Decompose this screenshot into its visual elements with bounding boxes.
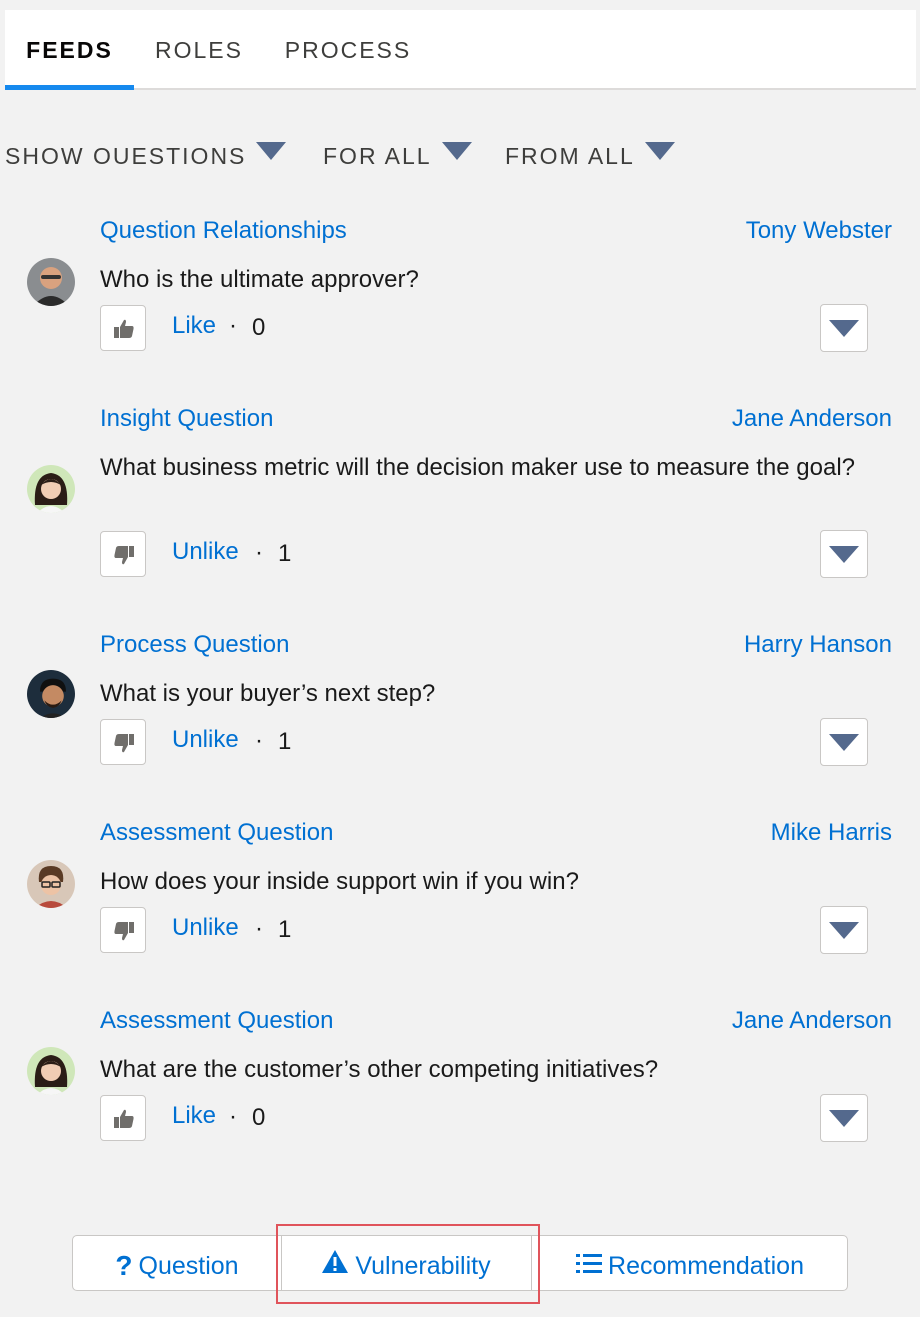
feed-item: Assessment Question Mike Harris How does… [0,817,920,967]
like-count: 0 [252,314,266,341]
caret-down-icon [829,320,859,337]
feed-item: Process Question Harry Hanson What is yo… [0,629,920,779]
question-text: Who is the ultimate approver? [100,266,419,293]
filter-label: FOR ALL [323,143,432,169]
tab-roles[interactable]: ROLES [153,10,245,90]
caret-down-icon [829,546,859,563]
separator-dot: · [255,727,263,754]
tab-bar: FEEDS ROLES PROCESS [5,10,916,90]
vulnerability-button-label: Vulnerability [355,1252,491,1280]
item-menu-button[interactable] [820,1094,868,1142]
item-menu-button[interactable] [820,304,868,352]
question-author-link[interactable]: Harry Hanson [744,629,892,661]
like-button[interactable] [100,305,146,351]
filter-label: FROM ALL [505,143,635,169]
recommendation-button[interactable]: Recommendation [532,1236,848,1290]
avatar [27,1047,75,1095]
question-type-link[interactable]: Assessment Question [100,1005,333,1037]
filter-from-all[interactable]: FROM ALL [505,136,675,176]
separator-dot: · [255,915,263,942]
unlike-button[interactable] [100,719,146,765]
caret-down-icon [441,142,472,160]
unlike-link[interactable]: Unlike [172,529,239,575]
item-menu-button[interactable] [820,718,868,766]
like-count: 1 [278,728,292,755]
feed-item: Question Relationships Tony Webster Who … [0,215,920,365]
caret-down-icon [829,734,859,751]
caret-down-icon [829,922,859,939]
avatar [27,670,75,718]
caret-down-icon [644,142,675,160]
filter-bar: SHOW OUESTIONS FOR ALL FROM ALL [5,136,910,176]
question-author-link[interactable]: Tony Webster [746,215,892,247]
unlike-link[interactable]: Unlike [172,717,239,763]
list-icon [576,1237,603,1297]
avatar [27,860,75,908]
action-button-group: ? Question Vulnerability Recommendation [72,1235,848,1291]
question-text: What is your buyer’s next step? [100,680,436,707]
caret-down-icon [256,142,287,160]
warning-icon [321,1237,349,1297]
separator-dot: · [229,312,237,339]
like-count: 1 [278,540,292,567]
thumbs-up-icon [114,319,134,338]
separator-dot: · [229,1103,237,1130]
thumbs-down-icon [114,734,134,753]
item-menu-button[interactable] [820,906,868,954]
question-author-link[interactable]: Mike Harris [771,817,892,849]
like-count: 0 [252,1104,266,1131]
item-menu-button[interactable] [820,530,868,578]
vulnerability-button[interactable]: Vulnerability [282,1236,530,1290]
question-type-link[interactable]: Insight Question [100,403,273,435]
like-link[interactable]: Like [172,303,216,349]
feed-item: Insight Question Jane Anderson What busi… [0,403,920,583]
thumbs-up-icon [114,1109,134,1128]
question-button-label: Question [138,1252,239,1280]
caret-down-icon [829,1110,859,1127]
tab-process[interactable]: PROCESS [284,10,412,90]
thumbs-down-icon [114,922,134,941]
question-author-link[interactable]: Jane Anderson [732,1005,892,1037]
question-type-link[interactable]: Assessment Question [100,817,333,849]
question-type-link[interactable]: Question Relationships [100,215,347,247]
avatar [27,465,75,513]
question-text: How does your inside support win if you … [100,868,579,895]
avatar [27,258,75,306]
question-type-link[interactable]: Process Question [100,629,289,661]
unlike-link[interactable]: Unlike [172,905,239,951]
unlike-button[interactable] [100,531,146,577]
like-count: 1 [278,916,292,943]
filter-show-questions[interactable]: SHOW OUESTIONS [5,136,287,176]
feed-item: Assessment Question Jane Anderson What a… [0,1005,920,1155]
like-button[interactable] [100,1095,146,1141]
question-text: What business metric will the decision m… [100,454,856,481]
question-mark-icon: ? [115,1250,133,1281]
filter-for-all[interactable]: FOR ALL [323,136,472,176]
filter-label: SHOW OUESTIONS [5,143,247,169]
unlike-button[interactable] [100,907,146,953]
thumbs-down-icon [114,546,134,565]
like-link[interactable]: Like [172,1093,216,1139]
question-text: What are the customer’s other competing … [100,1056,659,1083]
separator-dot: · [255,539,263,566]
recommendation-button-label: Recommendation [608,1252,804,1280]
question-author-link[interactable]: Jane Anderson [732,403,892,435]
question-button[interactable]: ? Question [73,1236,281,1290]
tab-feeds[interactable]: FEEDS [5,10,134,90]
